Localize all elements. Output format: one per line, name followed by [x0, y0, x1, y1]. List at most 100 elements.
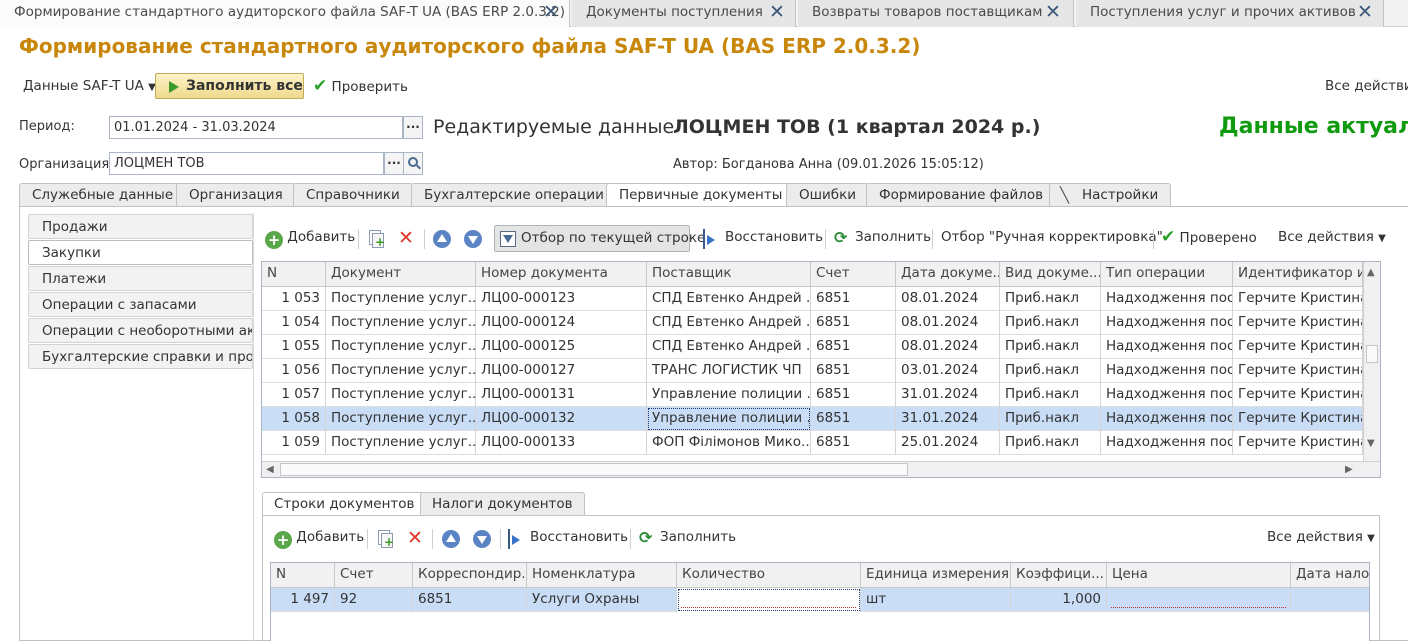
table-cell[interactable]: ЛЦ00-000127	[476, 359, 647, 383]
table-cell[interactable]: ЛЦ00-000125	[476, 335, 647, 359]
table-cell[interactable]: 08.01.2024	[896, 311, 1000, 335]
documents-horizontal-scrollbar[interactable]: ◀ ▶	[262, 461, 1380, 477]
table-cell[interactable]: ЛЦ00-000124	[476, 311, 647, 335]
check-button[interactable]: ✔ Проверить	[313, 76, 408, 96]
table-row[interactable]: 1 055 Поступление услуг... ЛЦ00-000125 СПД …	[262, 335, 1363, 359]
table-cell[interactable]: 31.01.2024	[896, 407, 1000, 431]
table-cell[interactable]: Управление полиции ...	[647, 407, 811, 431]
tab-file-generation[interactable]: Формирование файлов	[866, 183, 1057, 206]
table-cell[interactable]: ФОП Філімонов Мико...	[647, 431, 811, 455]
table-cell[interactable]: Поступление услуг...	[326, 287, 476, 311]
documents-table[interactable]: N Документ Номер документа Поставщик Сче…	[261, 261, 1381, 478]
column-header[interactable]: Тип операции	[1101, 262, 1233, 287]
documents-vertical-scrollbar[interactable]: ▲ ▼	[1363, 262, 1380, 461]
nav-item-payments[interactable]: Платежи	[28, 266, 253, 291]
table-cell[interactable]: Герчите Кристина	[1233, 359, 1363, 383]
table-cell[interactable]: СПД Евтенко Андрей ...	[647, 335, 811, 359]
move-down-icon[interactable]	[464, 230, 482, 248]
scroll-up-icon[interactable]: ▲	[1367, 267, 1375, 278]
table-cell[interactable]: Герчите Кристина	[1233, 383, 1363, 407]
nav-item-purchases[interactable]: Закупки	[28, 240, 253, 265]
table-row[interactable]: 1 059 Поступление услуг... ЛЦ00-000133 ФОП …	[262, 431, 1363, 455]
move-up-icon[interactable]	[433, 230, 451, 248]
copy-icon[interactable]: +	[367, 229, 385, 249]
fill-all-button[interactable]: Заполнить все	[155, 73, 304, 99]
move-down-icon[interactable]	[473, 530, 491, 548]
table-cell[interactable]: 1 056	[262, 359, 326, 383]
table-cell[interactable]: 08.01.2024	[896, 335, 1000, 359]
table-cell[interactable]: 1 055	[262, 335, 326, 359]
scroll-left-icon[interactable]: ◀	[266, 464, 274, 475]
table-cell[interactable]: 1 054	[262, 311, 326, 335]
table-cell[interactable]: Герчите Кристина	[1233, 407, 1363, 431]
search-icon[interactable]	[403, 152, 423, 175]
column-header[interactable]: Счет	[811, 262, 896, 287]
tab-document-lines[interactable]: Строки документов	[262, 492, 427, 516]
document-lines-table[interactable]: N Счет Корреспондир... Номенклатура Коли…	[270, 562, 1370, 641]
table-cell[interactable]: Приб.накл	[1000, 383, 1101, 407]
fill-button[interactable]: ⟳ Заполнить	[834, 229, 931, 247]
table-cell[interactable]: Поступление услуг...	[326, 335, 476, 359]
scroll-right-icon[interactable]: ▶	[1345, 464, 1353, 475]
table-cell[interactable]: 1 059	[262, 431, 326, 455]
tab-errors[interactable]: Ошибки	[786, 183, 870, 206]
table-cell[interactable]: ЛЦ00-000132	[476, 407, 647, 431]
table-cell[interactable]: ЛЦ00-000133	[476, 431, 647, 455]
table-cell[interactable]: Надходження пос...	[1101, 383, 1233, 407]
table-cell[interactable]: Надходження пос...	[1101, 359, 1233, 383]
table-cell[interactable]: 1 058	[262, 407, 326, 431]
table-cell[interactable]: Герчите Кристина	[1233, 311, 1363, 335]
table-cell[interactable]: 08.01.2024	[896, 287, 1000, 311]
column-header[interactable]: Документ	[326, 262, 476, 287]
add-button[interactable]: + Добавить	[265, 229, 355, 249]
restore-line-button[interactable]: Восстановить	[508, 529, 628, 549]
column-header[interactable]: Дата налог	[1291, 563, 1369, 588]
table-cell[interactable]: Надходження пос...	[1101, 287, 1233, 311]
scroll-thumb[interactable]	[280, 463, 908, 476]
table-cell[interactable]: Герчите Кристина	[1233, 287, 1363, 311]
tab-settings[interactable]: ╲ Настройки	[1049, 183, 1172, 206]
column-header[interactable]: Поставщик	[647, 262, 811, 287]
table-row[interactable]: 1 056 Поступление услуг... ЛЦ00-000127 ТРАН…	[262, 359, 1363, 383]
table-cell[interactable]: 6851	[811, 431, 896, 455]
restore-button[interactable]: Восстановить	[703, 229, 823, 249]
nav-item-inventory-operations[interactable]: Операции с запасами	[28, 292, 253, 317]
table-row[interactable]: 1 053 Поступление услуг... ЛЦ00-000123 СПД …	[262, 287, 1363, 311]
nav-item-fixed-asset-operations[interactable]: Операции с необоротными ак...	[28, 318, 253, 343]
all-actions-menu[interactable]: Все действия	[1325, 78, 1408, 94]
period-field[interactable]: 01.01.2024 - 31.03.2024	[109, 116, 403, 139]
table-cell[interactable]: ТРАНС ЛОГИСТИК ЧП	[647, 359, 811, 383]
table-cell[interactable]: Надходження пос...	[1101, 431, 1233, 455]
table-cell[interactable]: Поступление услуг...	[326, 311, 476, 335]
table-cell[interactable]: Надходження пос...	[1101, 335, 1233, 359]
tab-directories[interactable]: Справочники	[293, 183, 413, 206]
table-cell[interactable]: Управление полиции ...	[647, 383, 811, 407]
table-cell[interactable]: шт	[861, 588, 1011, 612]
table-cell[interactable]: Приб.накл	[1000, 359, 1101, 383]
table-cell[interactable]: 6851	[811, 359, 896, 383]
table-cell[interactable]	[1107, 588, 1291, 612]
table-cell[interactable]	[1291, 588, 1369, 612]
table-cell[interactable]: Поступление услуг...	[326, 383, 476, 407]
table-cell[interactable]: 6851	[811, 383, 896, 407]
column-header[interactable]: Вид докуме...	[1000, 262, 1101, 287]
column-header[interactable]: Дата докуме...	[896, 262, 1000, 287]
nav-item-sales[interactable]: Продажи	[28, 214, 253, 239]
organization-select-button[interactable]: ...	[384, 152, 404, 175]
table-cell[interactable]: Поступление услуг...	[326, 431, 476, 455]
all-actions-menu-lines[interactable]: Все действия ▼	[1267, 529, 1375, 545]
nav-item-accounting-references[interactable]: Бухгалтерские справки и про...	[28, 344, 253, 369]
scroll-down-icon[interactable]: ▼	[1367, 438, 1375, 449]
table-cell[interactable]: Приб.накл	[1000, 407, 1101, 431]
copy-icon[interactable]: +	[376, 529, 394, 549]
table-cell[interactable]: СПД Евтенко Андрей ...	[647, 287, 811, 311]
table-cell[interactable]: Приб.накл	[1000, 287, 1101, 311]
window-tab-returns[interactable]: Возвраты товаров поставщикам ✕	[798, 0, 1074, 27]
close-icon[interactable]: ✕	[769, 1, 785, 23]
table-cell[interactable]: Поступление услуг...	[326, 359, 476, 383]
table-cell[interactable]: Герчите Кристина	[1233, 431, 1363, 455]
delete-icon[interactable]: ✕	[398, 228, 414, 248]
window-tab-receipts[interactable]: Документы поступления ✕	[572, 0, 796, 27]
table-cell[interactable]: 6851	[811, 311, 896, 335]
tab-document-taxes[interactable]: Налоги документов	[420, 492, 585, 515]
